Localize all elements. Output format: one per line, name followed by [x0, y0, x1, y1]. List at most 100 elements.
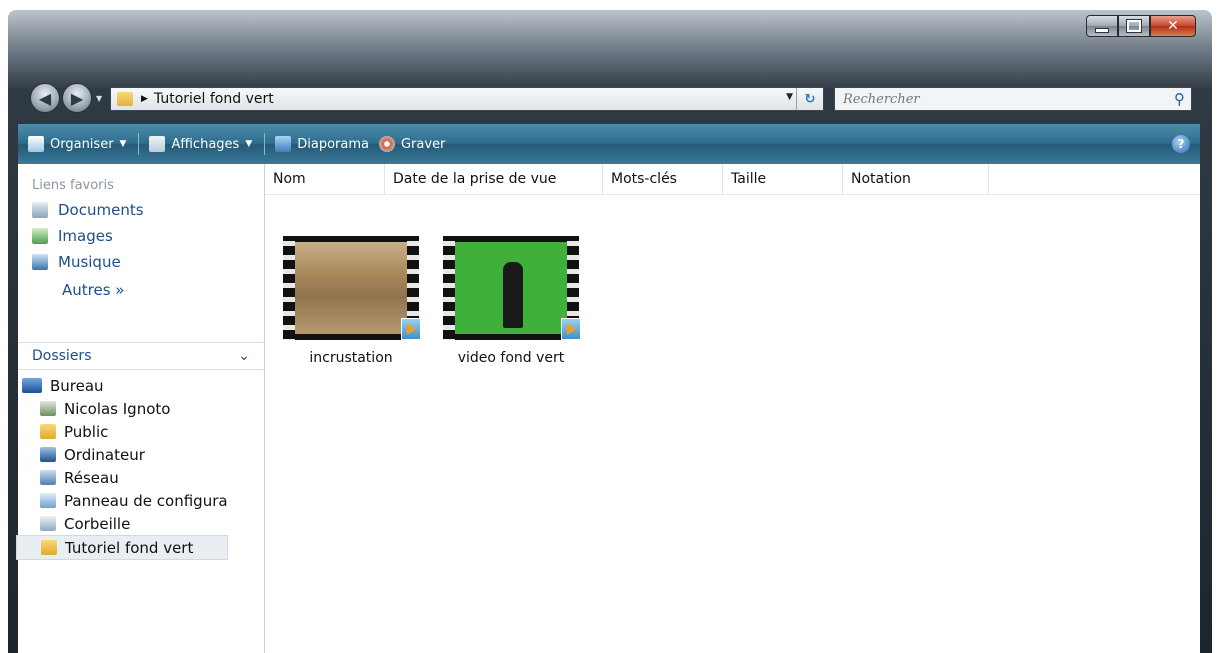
help-icon[interactable]: ?	[1172, 135, 1190, 153]
column-size[interactable]: Taille	[723, 164, 843, 194]
organize-icon	[28, 136, 44, 152]
tree-item-label: Panneau de configura	[64, 491, 228, 510]
favorite-documents[interactable]: Documents	[32, 201, 264, 219]
slideshow-button[interactable]: Diaporama	[275, 136, 369, 152]
minimize-button[interactable]	[1086, 15, 1118, 37]
slideshow-label: Diaporama	[297, 136, 369, 152]
organize-button[interactable]: Organiser ▼	[28, 136, 126, 152]
views-label: Affichages	[171, 136, 240, 152]
chevron-down-icon: ▼	[245, 139, 253, 149]
forward-arrow-icon: ▶	[70, 88, 84, 108]
folder-icon	[41, 540, 57, 555]
close-button[interactable]: ✕	[1150, 15, 1196, 37]
tree-item-label: Nicolas Ignoto	[64, 399, 171, 418]
search-input[interactable]	[841, 90, 1145, 108]
column-rating[interactable]: Notation	[843, 164, 989, 194]
window-controls: ✕	[1086, 15, 1196, 37]
network-icon	[40, 470, 56, 485]
history-dropdown-icon[interactable]: ▼	[96, 94, 102, 103]
tree-item-user[interactable]: Nicolas Ignoto	[18, 397, 228, 420]
address-dropdown-icon[interactable]: ▼	[786, 92, 793, 102]
computer-icon	[40, 447, 56, 462]
disc-icon	[378, 136, 395, 152]
tree-item-label: Corbeille	[64, 514, 131, 533]
search-box: ⚲	[834, 87, 1192, 111]
recycle-bin-icon	[40, 516, 56, 531]
tree-item-label: Réseau	[64, 468, 119, 487]
explorer-window: ✕ ◀ ▶ ▼ ▶ Tutoriel fond vert ▼ ↻ ⚲ Organ…	[8, 10, 1212, 653]
favorites-header: Liens favoris	[32, 178, 114, 193]
folder-icon	[40, 424, 56, 439]
command-bar: Organiser ▼ Affichages ▼ Diaporama Grave…	[18, 124, 1200, 164]
file-list: Nom Date de la prise de vue Mots-clés Ta…	[265, 164, 1200, 653]
close-icon: ✕	[1167, 18, 1179, 34]
favorite-label: Documents	[58, 201, 144, 219]
forward-button[interactable]: ▶	[62, 83, 92, 113]
tree-item-recycle-bin[interactable]: Corbeille	[18, 512, 228, 535]
back-arrow-icon: ◀	[38, 88, 52, 108]
person-silhouette	[503, 262, 523, 328]
search-icon[interactable]: ⚲	[1174, 90, 1185, 108]
column-header-row: Nom Date de la prise de vue Mots-clés Ta…	[265, 164, 1200, 195]
column-name[interactable]: Nom	[265, 164, 385, 194]
video-thumbnail	[283, 236, 421, 340]
tree-item-network[interactable]: Réseau	[18, 466, 228, 489]
chevron-down-icon: ⌄	[238, 348, 250, 364]
slideshow-icon	[275, 136, 292, 152]
minimize-icon	[1095, 27, 1109, 33]
file-name: incrustation	[309, 350, 393, 366]
favorite-images[interactable]: Images	[32, 227, 264, 245]
back-button[interactable]: ◀	[30, 83, 60, 113]
video-play-icon	[561, 318, 581, 340]
folders-label: Dossiers	[32, 348, 92, 364]
chevron-down-icon: ▼	[119, 139, 127, 149]
tree-item-control-panel[interactable]: Panneau de configura	[18, 489, 228, 512]
tree-item-bureau[interactable]: Bureau	[18, 374, 228, 397]
breadcrumb-arrow-icon[interactable]: ▶	[141, 94, 148, 104]
content-area: Liens favoris Documents Images Musique A…	[16, 164, 1200, 653]
address-row: ◀ ▶ ▼ ▶ Tutoriel fond vert ▼ ↻ ⚲	[8, 80, 1212, 120]
maximize-button[interactable]	[1118, 15, 1150, 37]
address-bar[interactable]: ▶ Tutoriel fond vert ▼ ↻	[110, 87, 824, 111]
file-items: incrustation video fond vert	[271, 236, 591, 366]
toolbar-divider	[264, 133, 266, 155]
desktop-icon	[22, 378, 42, 393]
folders-header[interactable]: Dossiers ⌄	[18, 342, 264, 370]
tree-item-label: Bureau	[50, 376, 104, 395]
breadcrumb-current[interactable]: Tutoriel fond vert	[154, 91, 274, 107]
refresh-button[interactable]: ↻	[796, 88, 823, 110]
documents-icon	[32, 202, 48, 218]
tree-item-tutoriel[interactable]: Tutoriel fond vert	[16, 535, 228, 560]
burn-button[interactable]: Graver	[378, 136, 446, 152]
favorite-music[interactable]: Musique	[32, 253, 264, 271]
column-tags[interactable]: Mots-clés	[603, 164, 723, 194]
video-thumbnail	[443, 236, 581, 340]
organize-label: Organiser	[50, 136, 114, 152]
toolbar-divider	[138, 133, 140, 155]
favorite-label: Images	[58, 227, 113, 245]
images-icon	[32, 228, 48, 244]
file-item-video-fond-vert[interactable]: video fond vert	[431, 236, 591, 366]
desert-scene-image	[295, 242, 407, 334]
tree-item-label: Ordinateur	[64, 445, 145, 464]
maximize-icon	[1126, 19, 1142, 33]
tree-item-computer[interactable]: Ordinateur	[18, 443, 228, 466]
favorite-label: Musique	[58, 253, 121, 271]
tree-item-label: Tutoriel fond vert	[65, 538, 194, 557]
tree-item-public[interactable]: Public	[18, 420, 228, 443]
green-screen-image	[455, 242, 567, 334]
views-button[interactable]: Affichages ▼	[149, 136, 252, 152]
file-name: video fond vert	[457, 350, 565, 366]
more-favorites-link[interactable]: Autres »	[62, 281, 264, 299]
tree-item-label: Public	[64, 422, 109, 441]
video-play-icon	[401, 318, 421, 340]
burn-label: Graver	[400, 136, 446, 152]
user-folder-icon	[40, 401, 56, 416]
refresh-icon: ↻	[804, 91, 816, 107]
navigation-pane: Liens favoris Documents Images Musique A…	[16, 164, 265, 653]
folder-tree: Bureau Nicolas Ignoto Public Ordinateur …	[16, 374, 228, 560]
views-icon	[149, 136, 166, 152]
music-icon	[32, 254, 48, 270]
file-item-incrustation[interactable]: incrustation	[271, 236, 431, 366]
column-date-taken[interactable]: Date de la prise de vue	[385, 164, 603, 194]
